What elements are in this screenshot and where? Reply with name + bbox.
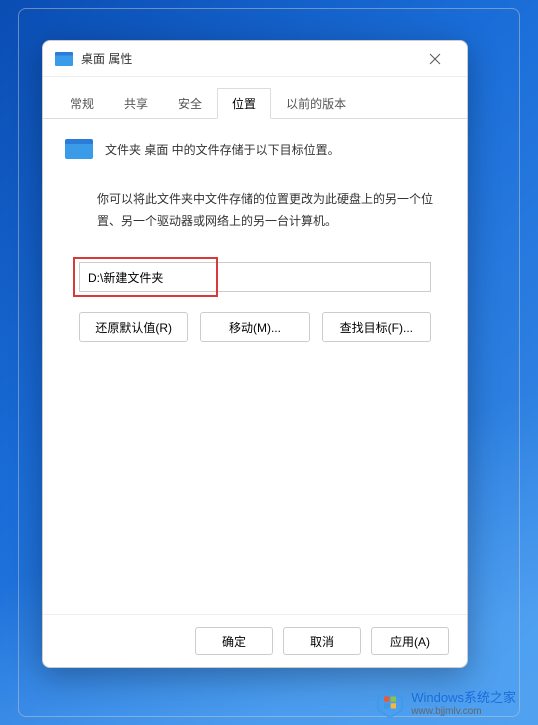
tab-content: 文件夹 桌面 中的文件存储于以下目标位置。 你可以将此文件夹中文件存储的位置更改…	[43, 119, 467, 614]
location-path-input[interactable]	[79, 262, 431, 292]
find-target-button[interactable]: 查找目标(F)...	[322, 312, 431, 342]
desktop-icon	[55, 52, 73, 66]
path-input-wrapper	[79, 262, 431, 292]
desktop-folder-icon	[65, 139, 93, 159]
tab-security[interactable]: 安全	[163, 88, 217, 119]
titlebar: 桌面 属性	[43, 41, 467, 77]
ok-button[interactable]: 确定	[195, 627, 273, 655]
cancel-button[interactable]: 取消	[283, 627, 361, 655]
watermark-url: www.bjjmlv.com	[411, 706, 516, 718]
restore-default-button[interactable]: 还原默认值(R)	[79, 312, 188, 342]
action-button-row: 还原默认值(R) 移动(M)... 查找目标(F)...	[65, 312, 445, 342]
apply-button[interactable]: 应用(A)	[371, 627, 449, 655]
folder-info-row: 文件夹 桌面 中的文件存储于以下目标位置。	[65, 139, 445, 159]
close-button[interactable]	[415, 44, 455, 74]
move-button[interactable]: 移动(M)...	[200, 312, 309, 342]
tab-sharing[interactable]: 共享	[109, 88, 163, 119]
folder-info-text: 文件夹 桌面 中的文件存储于以下目标位置。	[105, 141, 340, 158]
watermark-brand: Windows系统之家	[411, 690, 516, 706]
watermark: Windows系统之家 www.bjjmlv.com	[375, 689, 516, 719]
dialog-footer: 确定 取消 应用(A)	[43, 614, 467, 667]
description-text: 你可以将此文件夹中文件存储的位置更改为此硬盘上的另一个位置、另一个驱动器或网络上…	[65, 189, 445, 232]
properties-dialog: 桌面 属性 常规 共享 安全 位置 以前的版本 文件夹 桌面 中的文件存储于以下…	[42, 40, 468, 668]
tab-location[interactable]: 位置	[217, 88, 271, 119]
close-icon	[429, 53, 441, 65]
watermark-logo-icon	[375, 689, 405, 719]
tab-previous-versions[interactable]: 以前的版本	[271, 88, 361, 119]
tab-general[interactable]: 常规	[55, 88, 109, 119]
tab-strip: 常规 共享 安全 位置 以前的版本	[43, 77, 467, 119]
dialog-title: 桌面 属性	[81, 50, 415, 67]
